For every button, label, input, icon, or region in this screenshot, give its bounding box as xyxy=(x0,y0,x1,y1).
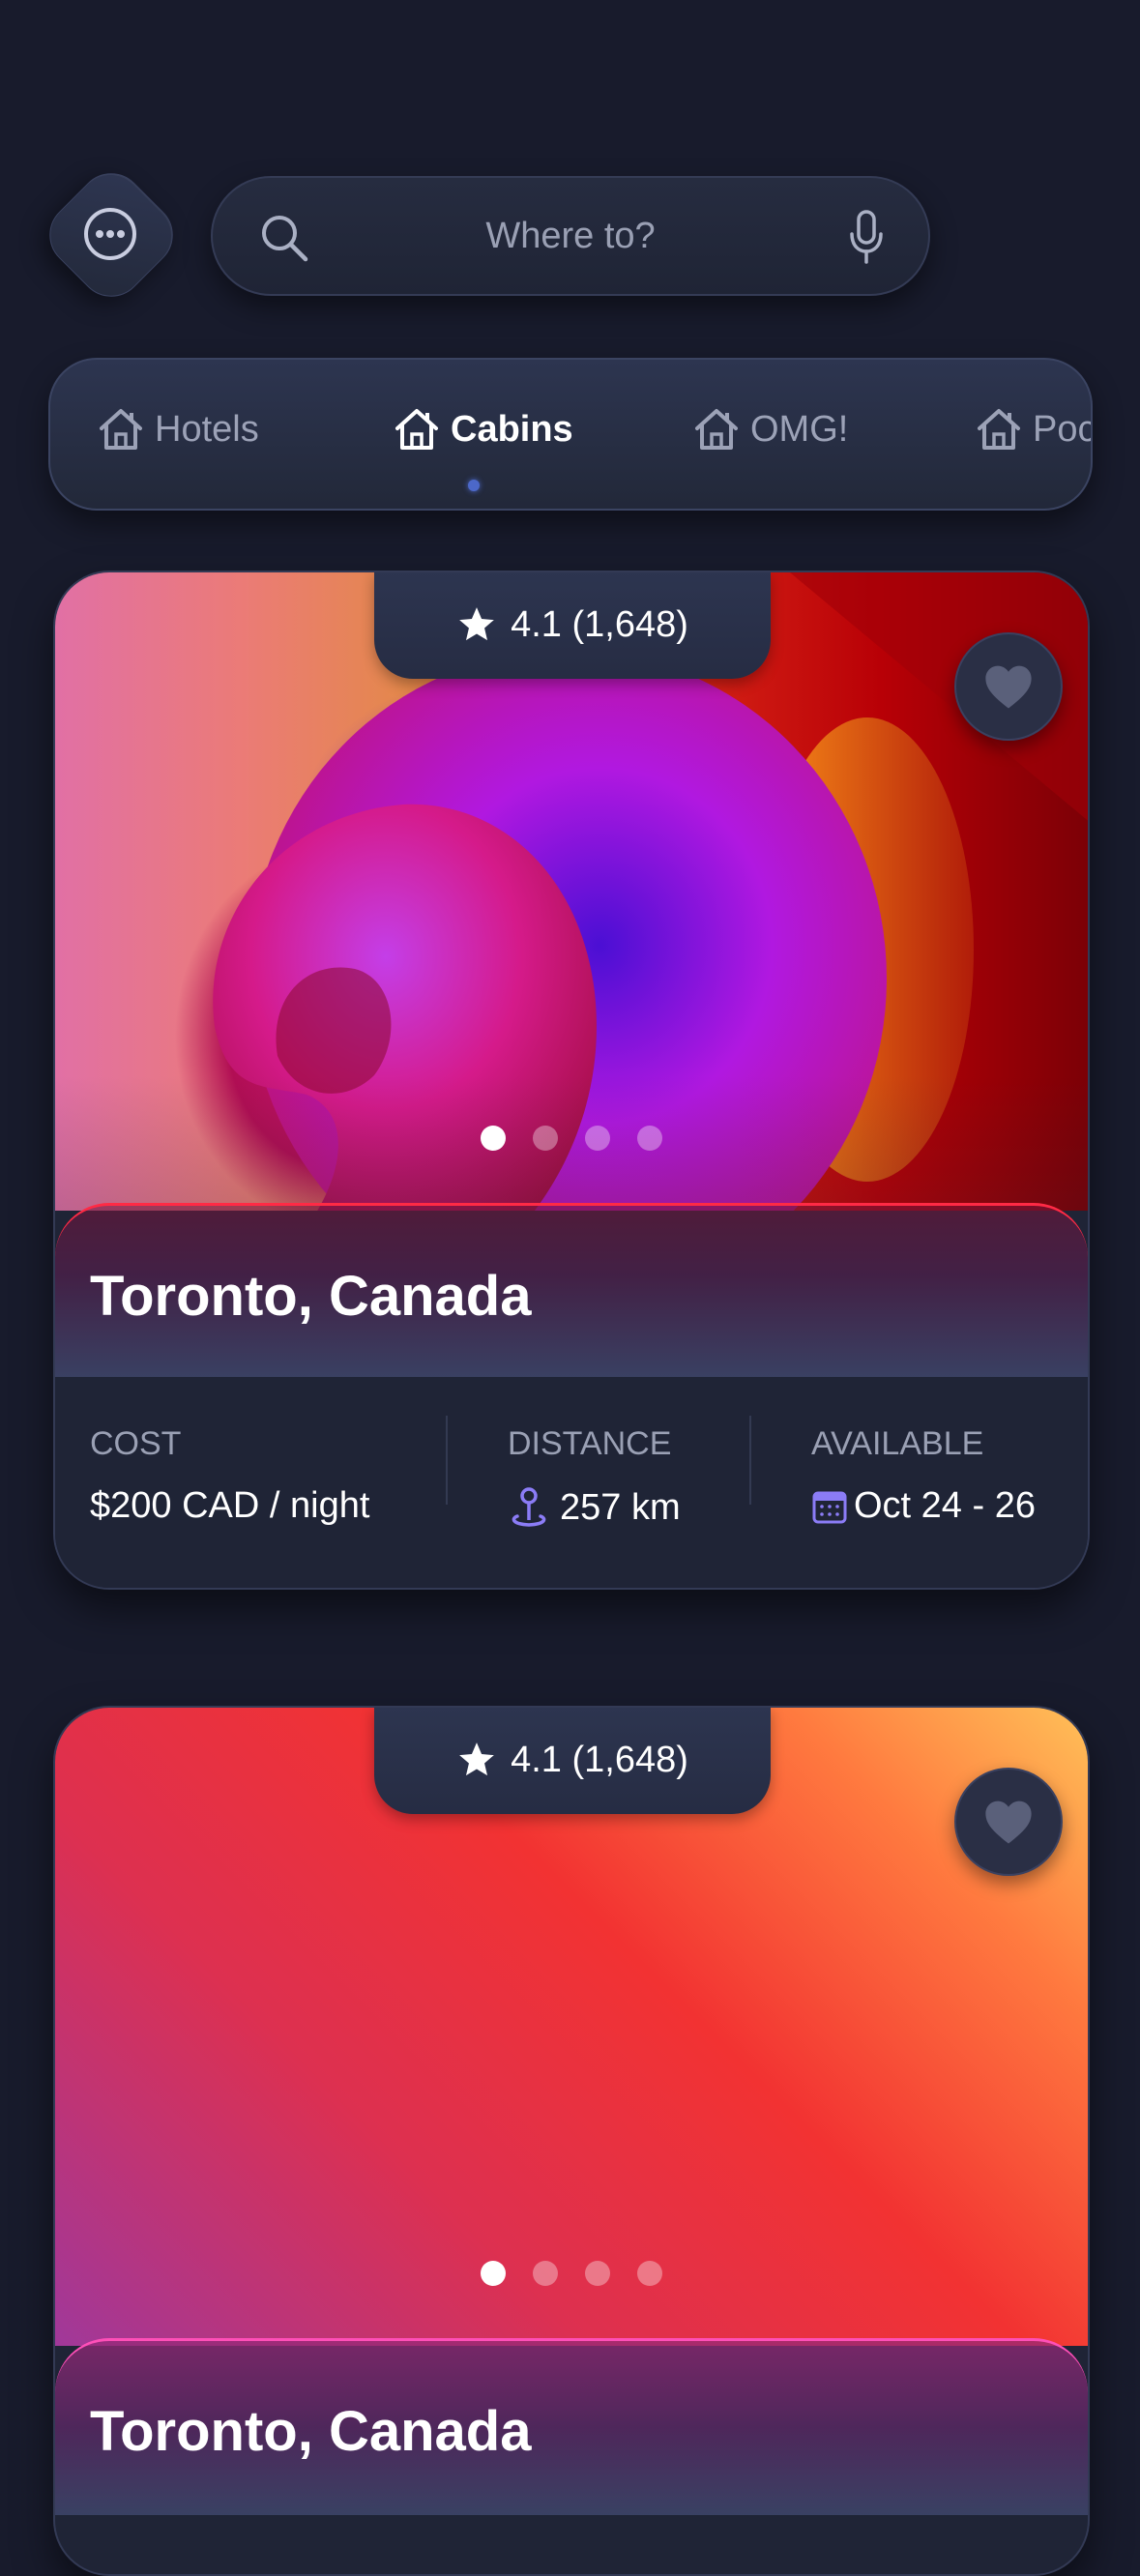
carousel-dot[interactable] xyxy=(585,2261,610,2286)
listing-title-panel: Toronto, Canada xyxy=(55,1203,1088,1380)
tab-hotels[interactable]: Hotels xyxy=(97,400,259,458)
tab-label: OMG! xyxy=(750,408,849,450)
category-tabs: Hotels Cabins OMG! Poc xyxy=(48,358,1093,511)
rating-badge: 4.1 (1,648) xyxy=(374,1708,771,1814)
tab-pools[interactable]: Poc xyxy=(975,400,1093,458)
carousel-dot[interactable] xyxy=(481,2261,506,2286)
microphone-icon[interactable] xyxy=(847,209,886,265)
home-icon xyxy=(395,409,438,450)
carousel-dot[interactable] xyxy=(533,2261,558,2286)
tab-label: Hotels xyxy=(155,408,259,450)
favorite-button[interactable] xyxy=(954,632,1063,741)
tab-cabins[interactable]: Cabins xyxy=(393,400,573,458)
distance-value: 257 km xyxy=(560,1486,681,1528)
home-icon xyxy=(100,409,142,450)
favorite-button[interactable] xyxy=(954,1768,1063,1876)
distance-label: DISTANCE xyxy=(508,1425,672,1462)
calendar-icon xyxy=(812,1491,847,1523)
star-icon xyxy=(459,607,494,641)
listing-card[interactable]: 4.1 (1,648) Toronto, Canada COST $200 CA… xyxy=(53,571,1090,1590)
search-icon xyxy=(257,211,311,265)
tab-label: Poc xyxy=(1033,408,1093,450)
location-pin-icon xyxy=(512,1487,546,1527)
home-icon xyxy=(978,409,1020,450)
carousel-dot[interactable] xyxy=(533,1126,558,1151)
rating-text: 4.1 (1,648) xyxy=(511,603,688,645)
stat-divider xyxy=(446,1416,448,1505)
carousel-dot[interactable] xyxy=(481,1126,506,1151)
home-icon xyxy=(695,409,738,450)
listing-city: Toronto, Canada xyxy=(90,2400,532,2463)
carousel-dot[interactable] xyxy=(637,2261,662,2286)
listing-city: Toronto, Canada xyxy=(90,1265,532,1328)
rating-text: 4.1 (1,648) xyxy=(511,1739,688,1780)
available-stat: Oct 24 - 26 xyxy=(811,1485,1036,1527)
carousel-dot[interactable] xyxy=(585,1126,610,1151)
carousel-dots[interactable] xyxy=(55,2261,1088,2286)
tab-omg[interactable]: OMG! xyxy=(692,400,848,458)
available-label: AVAILABLE xyxy=(811,1425,984,1462)
rating-badge: 4.1 (1,648) xyxy=(374,572,771,679)
cost-label: COST xyxy=(90,1425,182,1462)
search-bar[interactable]: Where to? xyxy=(211,176,930,296)
available-value: Oct 24 - 26 xyxy=(854,1485,1036,1526)
active-tab-indicator xyxy=(468,480,480,491)
listing-stats: COST $200 CAD / night DISTANCE 257 km AV… xyxy=(55,1377,1088,1588)
search-input[interactable]: Where to? xyxy=(338,178,803,294)
heart-icon xyxy=(985,665,1032,709)
carousel-dot[interactable] xyxy=(637,1126,662,1151)
star-icon xyxy=(459,1742,494,1776)
carousel-dots[interactable] xyxy=(55,1126,1088,1151)
stat-divider xyxy=(749,1416,751,1505)
more-horizontal-icon[interactable] xyxy=(81,205,139,263)
heart-icon xyxy=(985,1800,1032,1844)
listing-card[interactable]: 4.1 (1,648) Toronto, Canada xyxy=(53,1706,1090,2576)
distance-stat: 257 km xyxy=(508,1485,681,1530)
cost-value: $200 CAD / night xyxy=(90,1485,370,1526)
listing-title-panel: Toronto, Canada xyxy=(55,2338,1088,2515)
tab-label: Cabins xyxy=(451,408,573,450)
